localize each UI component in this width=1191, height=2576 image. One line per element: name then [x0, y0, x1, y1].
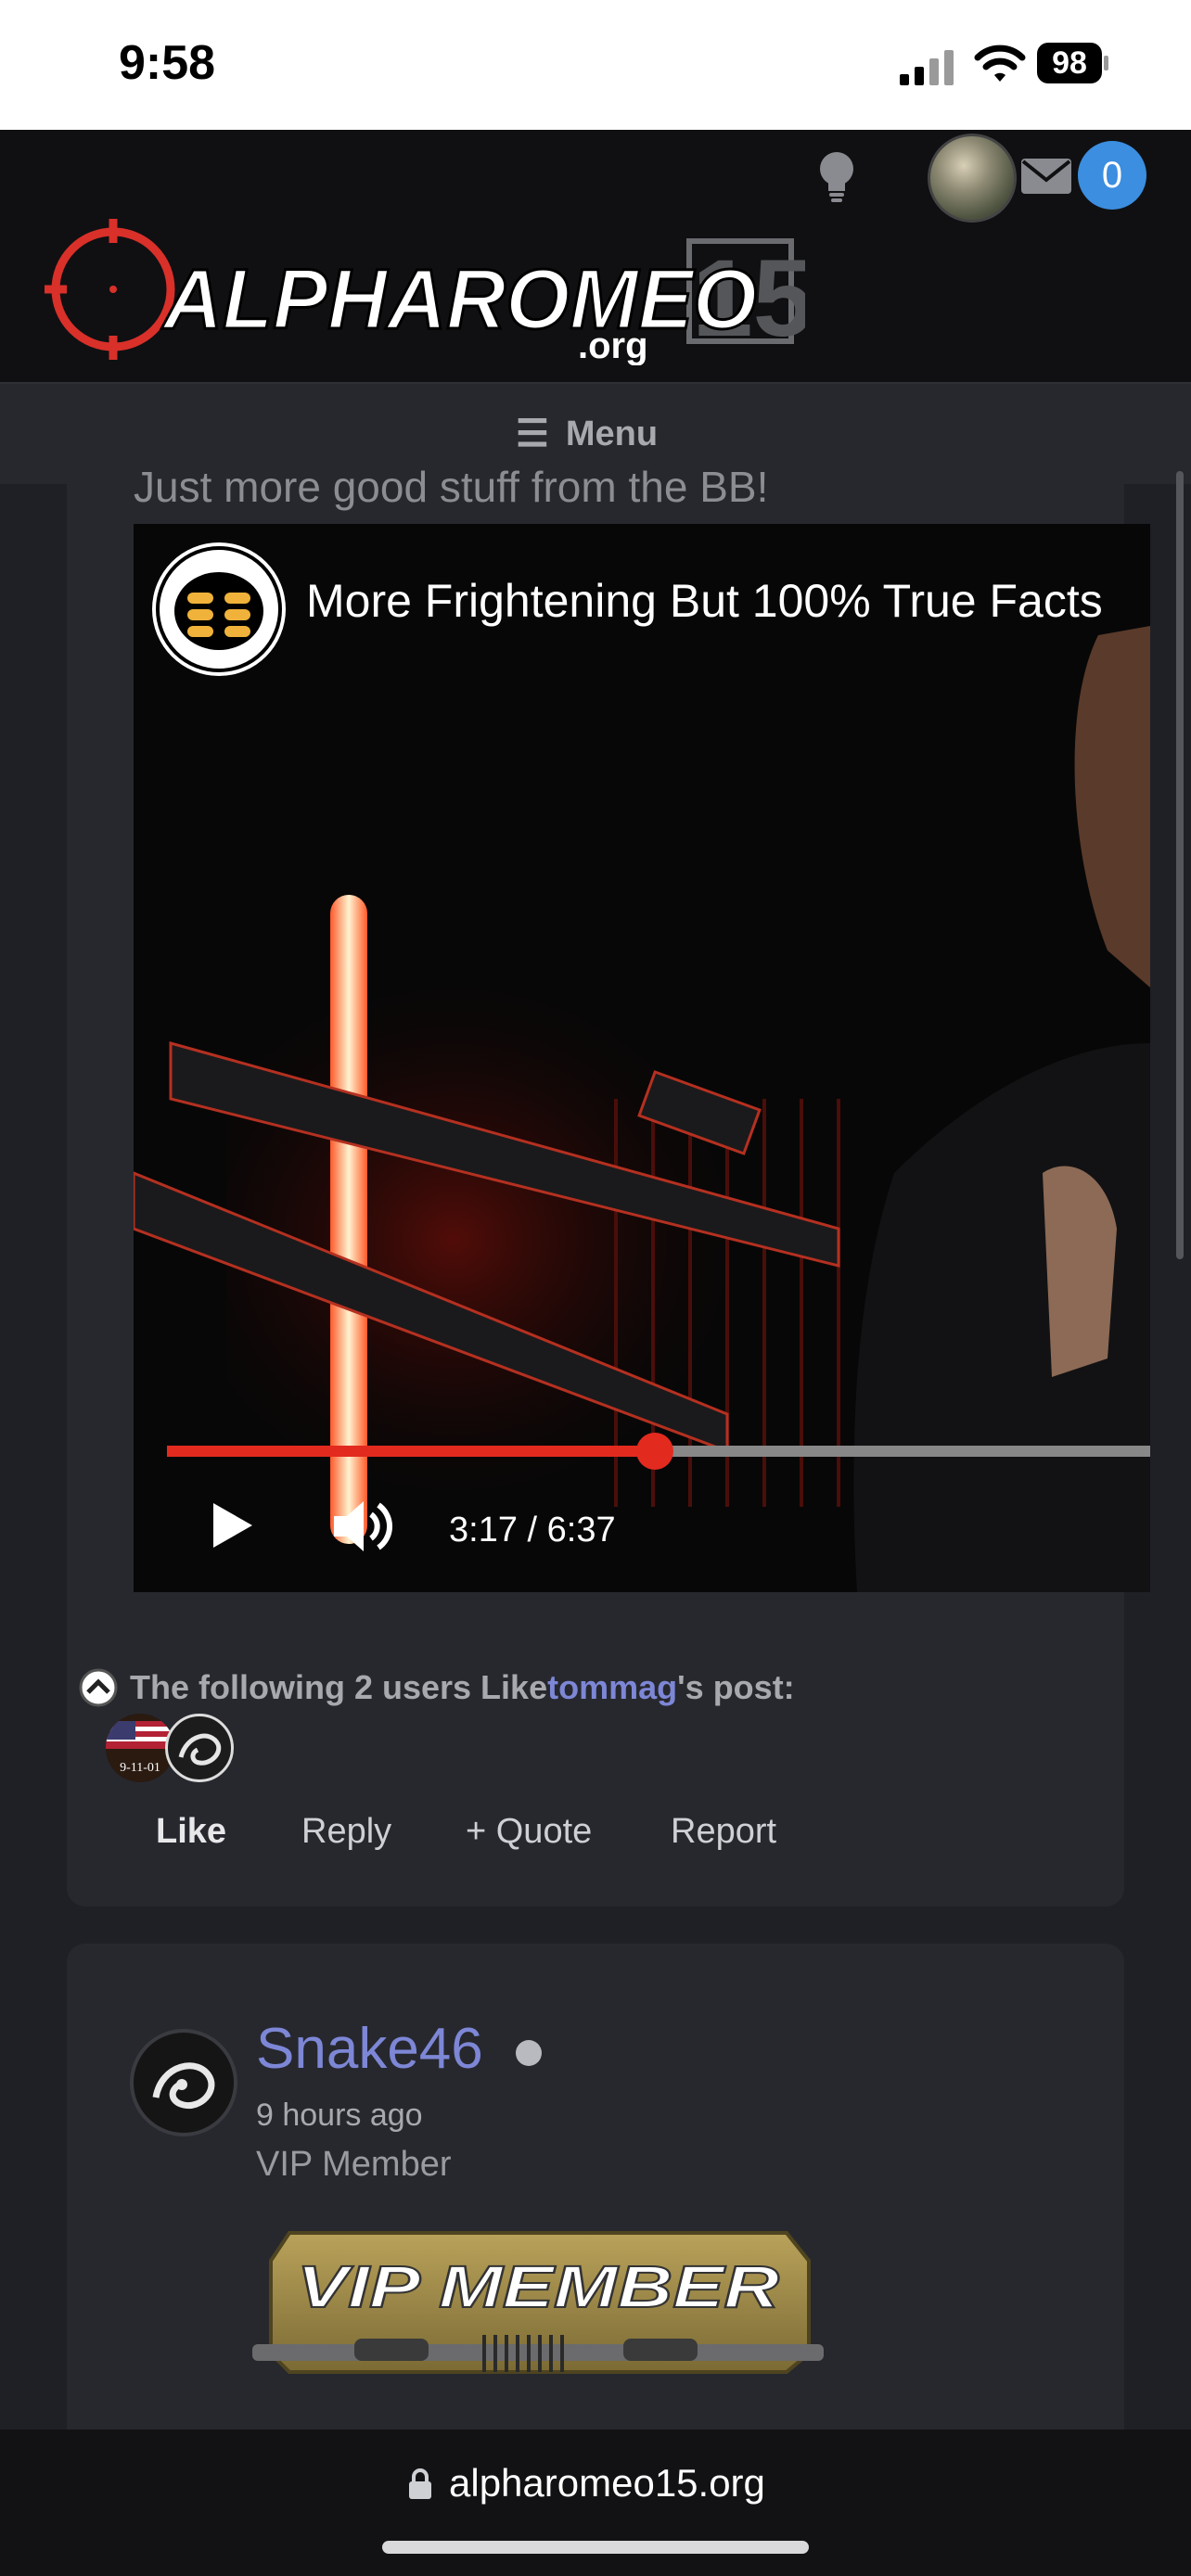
- quote-button[interactable]: + Quote: [466, 1812, 592, 1852]
- video-time: 3:17 / 6:37: [449, 1511, 616, 1549]
- notification-badge[interactable]: 0: [1078, 141, 1146, 210]
- author-username[interactable]: Snake46: [256, 2016, 483, 2082]
- video-frame: [134, 524, 1150, 1592]
- liker-avatar[interactable]: 9-11-01: [106, 1714, 174, 1782]
- user-avatar[interactable]: [928, 134, 1017, 223]
- wifi-icon: [974, 45, 1026, 82]
- battery-indicator: 98: [1037, 43, 1108, 85]
- likes-summary: The following 2 users Like tommag 's pos…: [78, 1667, 795, 1708]
- post-timestamp[interactable]: 9 hours ago: [256, 2098, 423, 2134]
- video-title: More Frightening But 100% True Facts: [306, 575, 1103, 627]
- vip-badge-text: VIP MEMBER: [297, 2253, 779, 2320]
- liked-post-author-link[interactable]: tommag: [547, 1668, 677, 1707]
- volume-icon[interactable]: [332, 1498, 393, 1555]
- online-status-indicator: [516, 2040, 542, 2066]
- likes-prefix: The following 2 users Like: [130, 1668, 548, 1706]
- liker-avatar-label: 9-11-01: [120, 1761, 160, 1775]
- home-indicator[interactable]: [382, 2541, 809, 2554]
- hamburger-icon: ☰: [516, 414, 549, 454]
- channel-logo[interactable]: [152, 542, 286, 676]
- cellular-signal-icon: [900, 50, 954, 85]
- vip-member-badge: VIP MEMBER: [252, 2231, 824, 2374]
- video-player[interactable]: More Frightening But 100% True Facts 3:1…: [134, 524, 1150, 1592]
- play-icon[interactable]: [210, 1499, 256, 1551]
- page-scrollbar[interactable]: [1176, 471, 1184, 1259]
- likes-suffix: 's post:: [677, 1668, 795, 1706]
- report-button[interactable]: Report: [671, 1812, 776, 1852]
- author-avatar[interactable]: [130, 2029, 237, 2136]
- lock-icon: [409, 2468, 431, 2499]
- site-logo[interactable]: 15 ALPHAROMEO .org: [45, 219, 805, 365]
- url-text[interactable]: alpharomeo15.org: [449, 2461, 765, 2506]
- author-title: VIP Member: [256, 2145, 452, 2184]
- battery-level: 98: [1037, 43, 1102, 83]
- lightbulb-icon[interactable]: [816, 150, 857, 202]
- reply-button[interactable]: Reply: [301, 1812, 391, 1852]
- menu-button[interactable]: ☰ Menu: [516, 408, 658, 460]
- logo-text: ALPHAROMEO: [161, 252, 757, 347]
- progress-fill: [167, 1446, 655, 1457]
- progress-scrubber[interactable]: [636, 1433, 673, 1470]
- collapse-icon[interactable]: [78, 1667, 119, 1708]
- liker-avatar[interactable]: [165, 1714, 234, 1782]
- post-card: [67, 1944, 1124, 2500]
- post-body-text: Just more good stuff from the BB!: [134, 463, 769, 511]
- mail-icon[interactable]: [1020, 158, 1072, 195]
- menu-label: Menu: [565, 414, 659, 453]
- logo-suffix: .org: [578, 325, 648, 365]
- status-time: 9:58: [119, 36, 216, 90]
- like-button[interactable]: Like: [156, 1812, 226, 1852]
